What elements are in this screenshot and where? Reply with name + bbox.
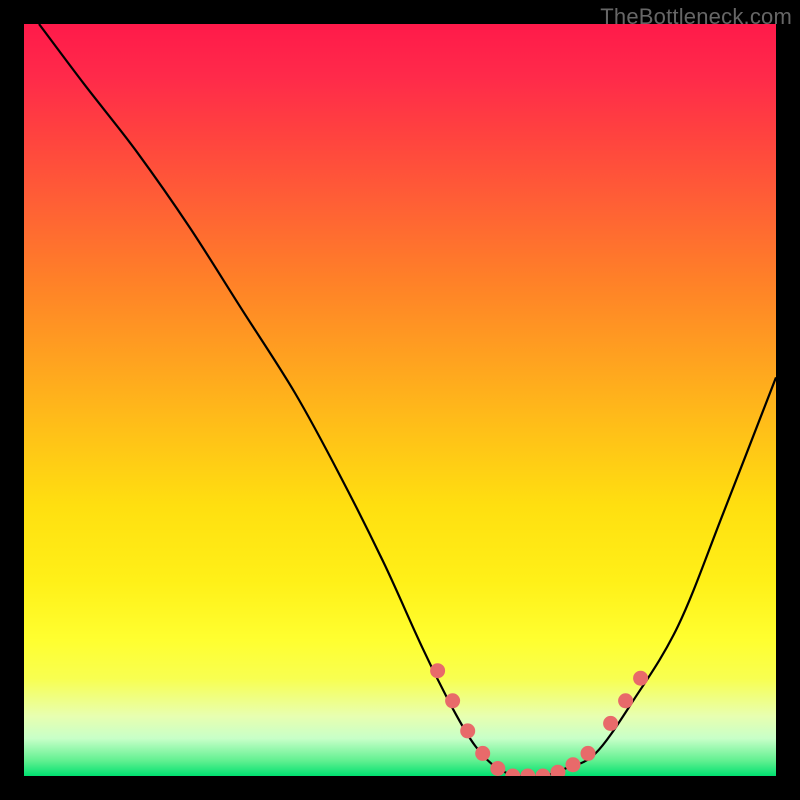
heat-gradient: [24, 24, 776, 776]
watermark-text: TheBottleneck.com: [600, 4, 792, 30]
chart-area: [24, 24, 776, 776]
